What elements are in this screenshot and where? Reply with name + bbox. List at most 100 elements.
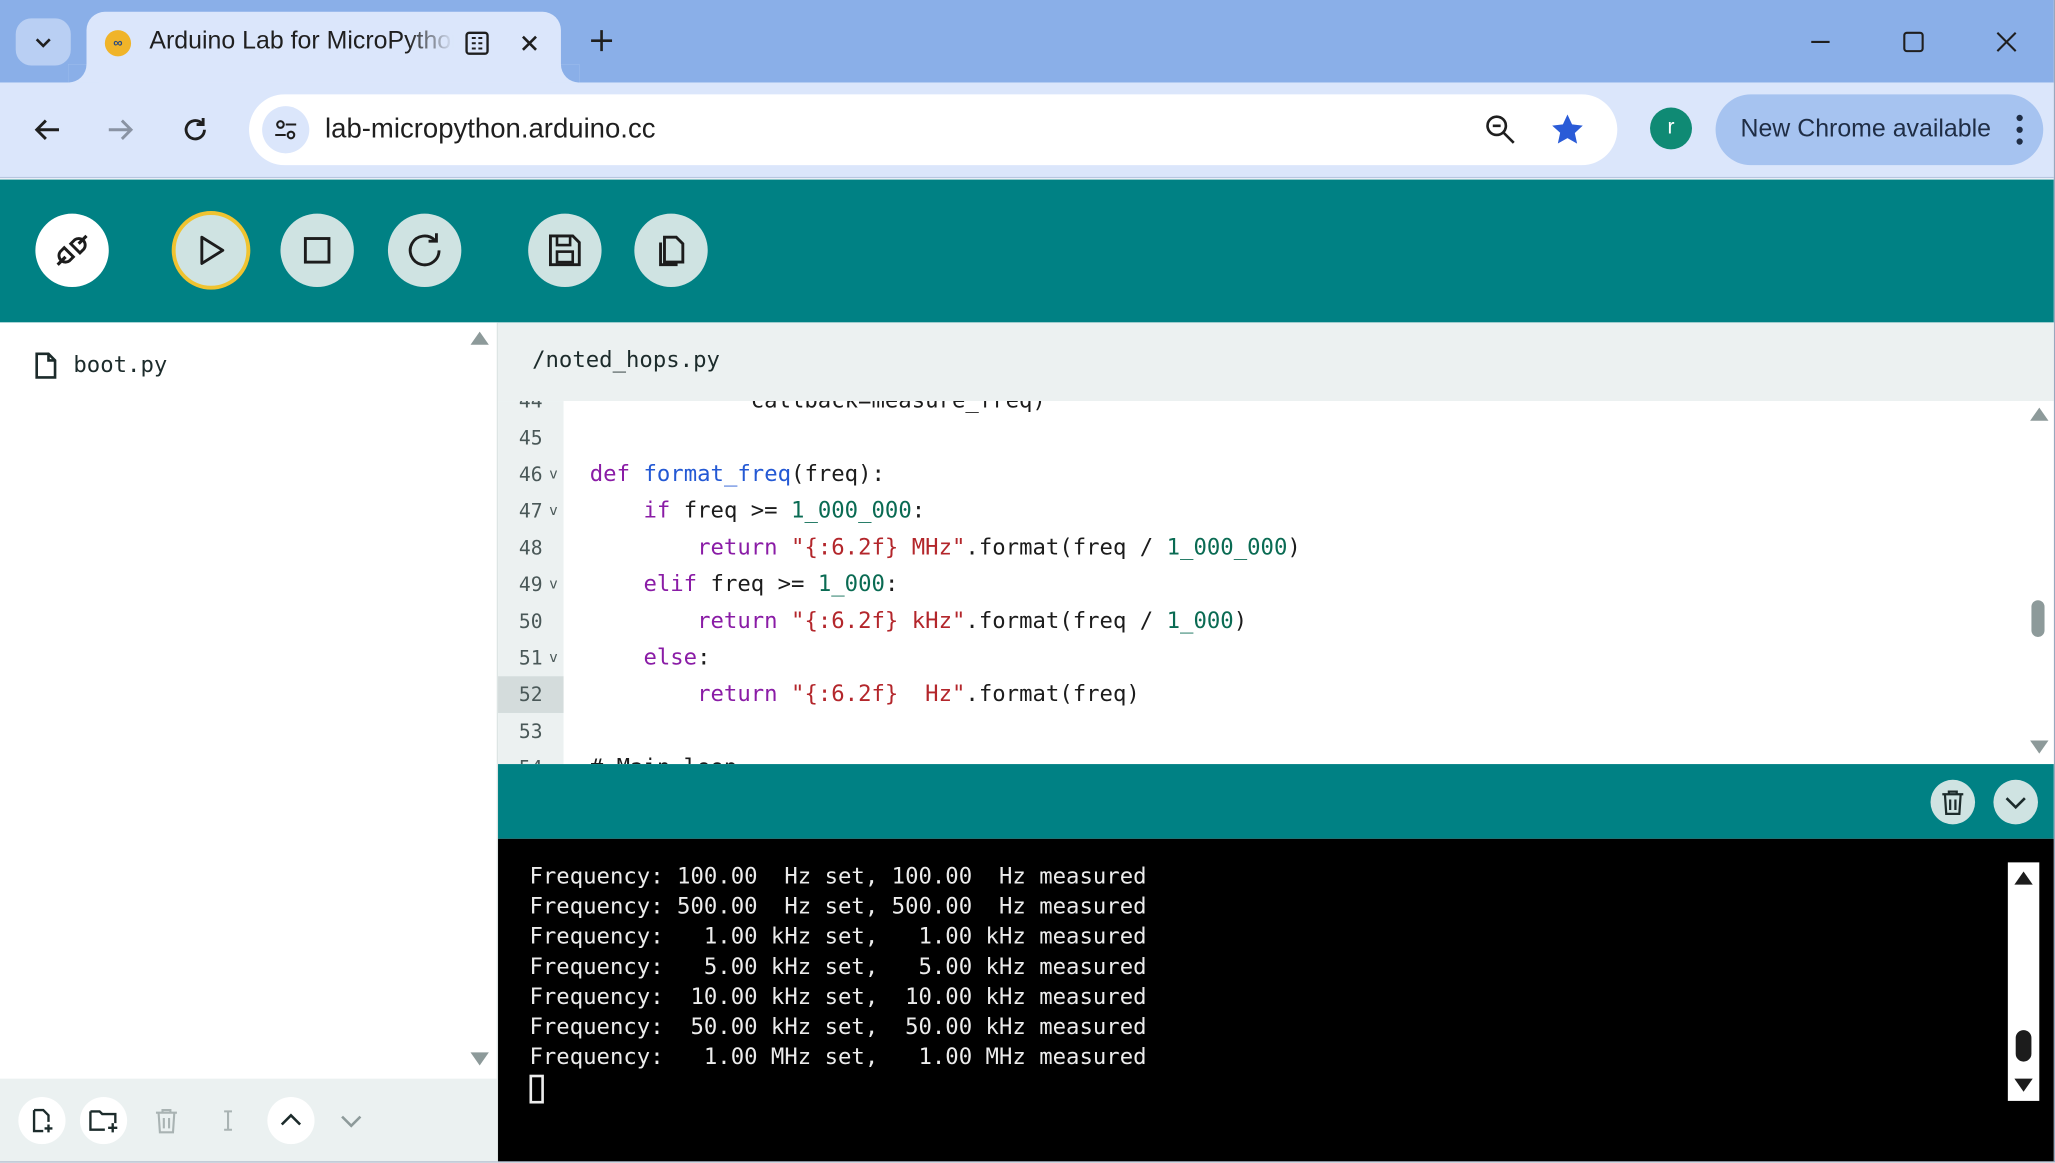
tune-icon: [275, 120, 297, 140]
scroll-down-icon[interactable]: [469, 1051, 490, 1067]
chevron-down-icon: [2005, 797, 2026, 810]
clear-console-button[interactable]: [1930, 779, 1976, 825]
scroll-down-icon[interactable]: [2013, 1077, 2034, 1093]
tab-search-button[interactable]: [15, 18, 71, 66]
scroll-up-icon[interactable]: [2013, 870, 2034, 886]
line-number: 46: [518, 462, 543, 487]
code-editor: /noted_hops.py 44 callback=measure_freq)…: [498, 322, 2054, 765]
profile-avatar[interactable]: r: [1650, 107, 1692, 150]
forward-button[interactable]: [97, 106, 144, 153]
close-icon: [522, 35, 537, 51]
scrollbar-thumb[interactable]: [2031, 600, 2045, 637]
line-number: 44: [518, 401, 543, 413]
trash-icon: [1942, 790, 1964, 815]
code-line[interactable]: 46 v def format_freq(freq):: [498, 456, 2018, 493]
bookmark-star-icon[interactable]: [1549, 111, 1586, 148]
scroll-up-icon[interactable]: [2029, 406, 2050, 422]
trash-icon: [155, 1109, 177, 1134]
new-file-button[interactable]: [18, 1096, 66, 1145]
editor-header: /noted_hops.py: [498, 322, 2054, 402]
code-line[interactable]: 54 # Main loop: [498, 750, 2018, 764]
code-line[interactable]: 51 v else:: [498, 640, 2018, 677]
scroll-up-icon[interactable]: [469, 330, 490, 346]
address-bar[interactable]: lab-micropython.arduino.cc: [249, 94, 1618, 166]
maximize-icon: [1903, 31, 1924, 53]
plus-icon: [591, 30, 613, 52]
code-line[interactable]: 48 return "{:6.2f} MHz".format(freq / 1_…: [498, 529, 2018, 566]
rename-button[interactable]: [204, 1097, 251, 1144]
reload-button[interactable]: [172, 106, 219, 153]
browser-toolbar: lab-micropython.arduino.cc r New Chrome …: [0, 82, 2054, 179]
play-icon: [200, 235, 225, 265]
line-number: 51: [518, 646, 543, 670]
console-scrollbar[interactable]: [2007, 862, 2040, 1101]
reset-button[interactable]: [387, 213, 462, 288]
new-tab-button[interactable]: [582, 21, 621, 60]
console-line: Frequency: 5.00 kHz set, 5.00 kHz measur…: [529, 954, 1147, 981]
code-line[interactable]: 53: [498, 713, 2018, 750]
connect-button[interactable]: [35, 213, 109, 288]
scrollbar-thumb[interactable]: [2015, 1030, 2032, 1062]
maximize-button[interactable]: [1881, 18, 1947, 65]
browser-tab[interactable]: ∞ Arduino Lab for MicroPython: [86, 11, 561, 83]
move-up-button[interactable]: [267, 1096, 315, 1145]
console-line: Frequency: 1.00 kHz set, 1.00 kHz measur…: [529, 923, 1147, 951]
file-actions-bar: [0, 1078, 497, 1162]
arrow-right-icon: [108, 119, 134, 140]
code-line[interactable]: 44 callback=measure_freq): [498, 401, 2018, 419]
new-folder-icon: [89, 1110, 118, 1133]
code-line[interactable]: 49 v elif freq >= 1_000:: [498, 566, 2018, 603]
code-line[interactable]: 52 return "{:6.2f} Hz".format(freq): [498, 676, 2018, 713]
reload-icon: [184, 117, 206, 141]
chevron-up-icon: [280, 1113, 302, 1126]
file-icon: [35, 352, 57, 379]
chrome-update-button[interactable]: New Chrome available: [1715, 94, 2044, 166]
fold-chevron-icon[interactable]: v: [549, 456, 558, 493]
save-button[interactable]: [528, 213, 602, 288]
tab-strip: ∞ Arduino Lab for MicroPython: [0, 0, 2054, 83]
ide-toolbar: [0, 179, 2054, 323]
reading-mode-icon[interactable]: [464, 30, 490, 56]
minimize-button[interactable]: [1788, 18, 1854, 65]
file-item[interactable]: boot.py: [34, 351, 167, 380]
stop-button[interactable]: [280, 213, 354, 288]
collapse-console-button[interactable]: [1993, 779, 2038, 825]
line-number: 47: [518, 499, 543, 523]
code-line[interactable]: 47 v if freq >= 1_000_000:: [498, 493, 2018, 530]
scroll-down-icon[interactable]: [2029, 739, 2050, 755]
upload-icon: [659, 235, 685, 267]
url-text[interactable]: lab-micropython.arduino.cc: [325, 114, 655, 145]
line-number: 45: [518, 425, 543, 450]
serial-console[interactable]: Frequency: 100.00 Hz set, 100.00 Hz meas…: [498, 838, 2054, 1162]
code-text: return "{:6.2f} Hz".format(freq): [697, 681, 1140, 708]
code-text: if freq >= 1_000_000:: [643, 498, 926, 525]
upload-button[interactable]: [634, 213, 708, 288]
tab-close-button[interactable]: [514, 28, 545, 59]
code-line[interactable]: 45: [498, 419, 2018, 456]
fold-chevron-icon[interactable]: v: [549, 640, 558, 677]
site-info-button[interactable]: [262, 106, 310, 154]
more-vert-icon[interactable]: [2014, 113, 2024, 147]
code-text: def format_freq(freq):: [589, 461, 885, 488]
code-text: elif freq >= 1_000:: [643, 571, 899, 598]
close-window-button[interactable]: [1974, 18, 2040, 65]
rename-icon: [224, 1110, 232, 1131]
tab-title: Arduino Lab for MicroPython: [149, 27, 454, 56]
save-icon: [549, 234, 581, 267]
code-text: return "{:6.2f} kHz".format(freq / 1_000…: [697, 608, 1248, 635]
new-folder-button[interactable]: [79, 1096, 128, 1145]
move-down-button[interactable]: [328, 1097, 375, 1144]
zoom-icon[interactable]: [1484, 113, 1518, 147]
code-line[interactable]: 50 return "{:6.2f} kHz".format(freq / 1_…: [498, 603, 2018, 640]
run-button[interactable]: [171, 211, 251, 290]
delete-button[interactable]: [143, 1097, 190, 1144]
file-path: /noted_hops.py: [532, 347, 720, 374]
line-number: 48: [518, 536, 543, 560]
fold-chevron-icon[interactable]: v: [549, 493, 558, 530]
file-panel: boot.py: [0, 322, 499, 1162]
line-number: 54: [498, 750, 543, 764]
console-line: Frequency: 100.00 Hz set, 100.00 Hz meas…: [529, 863, 1147, 890]
back-button[interactable]: [24, 106, 71, 153]
fold-chevron-icon[interactable]: v: [549, 566, 558, 603]
code-area[interactable]: 44 callback=measure_freq) 45 46 v def format…: [498, 401, 2054, 765]
